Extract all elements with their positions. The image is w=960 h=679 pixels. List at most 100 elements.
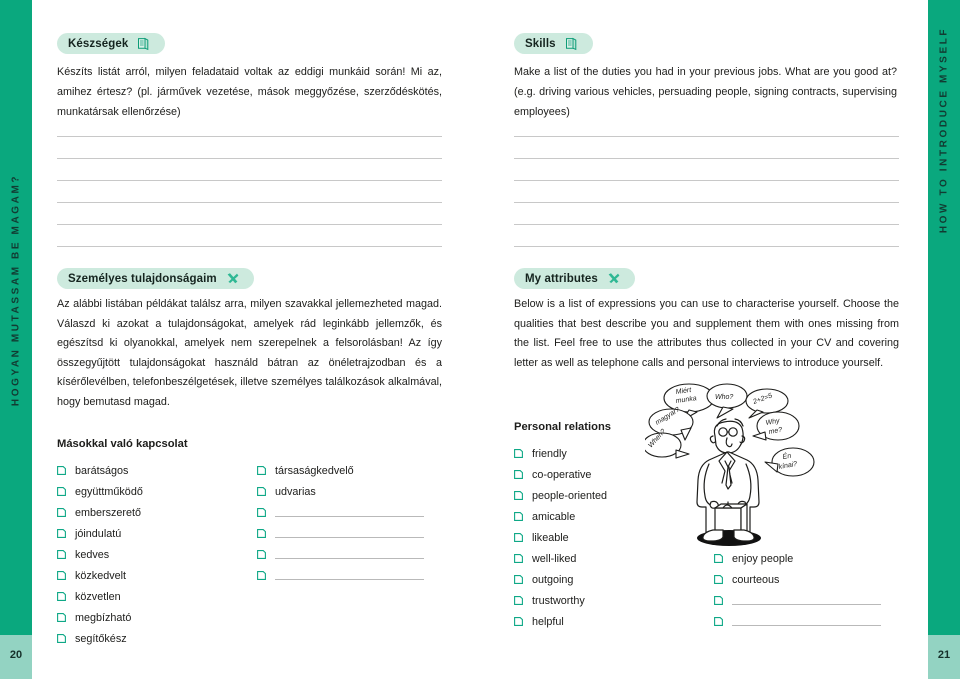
attributes-pill-label-hu: Személyes tulajdonságaim bbox=[68, 272, 217, 285]
writing-line[interactable] bbox=[57, 246, 442, 247]
list-item-label: kedves bbox=[75, 548, 110, 561]
right-page-number-box: 21 bbox=[928, 635, 960, 679]
skills-intro-en: Make a list of the duties you had in you… bbox=[514, 66, 897, 118]
list-column-two-hu: társaságkedvelő udvarias bbox=[257, 460, 442, 649]
checkbox-icon[interactable] bbox=[57, 592, 66, 601]
blank-fill-line[interactable] bbox=[275, 578, 424, 580]
checkbox-icon[interactable] bbox=[514, 617, 523, 626]
checkbox-icon[interactable] bbox=[57, 529, 66, 538]
hungarian-column: Készségek Készíts listát arról, milyen f… bbox=[57, 0, 447, 649]
skills-intro-hu: Készíts listát arról, milyen feladataid … bbox=[57, 66, 442, 118]
list-item-blank[interactable] bbox=[257, 523, 442, 544]
writing-line[interactable] bbox=[514, 180, 899, 181]
list-item-label: outgoing bbox=[532, 573, 574, 586]
list-item[interactable]: együttműködő bbox=[57, 481, 257, 502]
list-item[interactable]: segítőkész bbox=[57, 628, 257, 649]
list-item-label: well-liked bbox=[532, 552, 577, 565]
checkbox-icon[interactable] bbox=[514, 575, 523, 584]
checkbox-icon[interactable] bbox=[714, 554, 723, 563]
list-item-blank[interactable] bbox=[257, 502, 442, 523]
checkbox-icon[interactable] bbox=[514, 596, 523, 605]
writing-line[interactable] bbox=[57, 180, 442, 181]
checkbox-icon[interactable] bbox=[57, 634, 66, 643]
checkbox-icon[interactable] bbox=[514, 470, 523, 479]
writing-line[interactable] bbox=[514, 224, 899, 225]
list-column-one-hu: barátságos együttműködő emberszerető jói… bbox=[57, 460, 257, 649]
attributes-section-pill-en: My attributes bbox=[514, 268, 635, 289]
list-item[interactable]: megbízható bbox=[57, 607, 257, 628]
left-page-number: 20 bbox=[9, 649, 23, 661]
list-item-label: helpful bbox=[532, 615, 564, 628]
skills-section-pill-en: Skills bbox=[514, 33, 593, 54]
right-side-label: HOW TO INTRODUCE MYSELF bbox=[938, 26, 950, 234]
writing-line[interactable] bbox=[514, 246, 899, 247]
list-item-label: people-oriented bbox=[532, 489, 608, 502]
checkbox-icon[interactable] bbox=[514, 512, 523, 521]
checkbox-icon[interactable] bbox=[257, 466, 266, 475]
writing-line[interactable] bbox=[57, 224, 442, 225]
list-item[interactable]: barátságos bbox=[57, 460, 257, 481]
list-item[interactable]: közvetlen bbox=[57, 586, 257, 607]
writing-line[interactable] bbox=[514, 202, 899, 203]
skills-writing-lines-hu[interactable] bbox=[57, 136, 447, 247]
x-mark-icon bbox=[225, 271, 240, 286]
list-item-label: segítőkész bbox=[75, 632, 127, 645]
list-item-label: likeable bbox=[532, 531, 569, 544]
writing-line[interactable] bbox=[57, 202, 442, 203]
blank-fill-line[interactable] bbox=[732, 603, 881, 605]
list-item-label: együttműködő bbox=[75, 485, 143, 498]
list-item-label: barátságos bbox=[75, 464, 129, 477]
svg-text:Who?: Who? bbox=[715, 394, 733, 401]
list-item[interactable]: közkedvelt bbox=[57, 565, 257, 586]
attributes-pill-label-en: My attributes bbox=[525, 272, 598, 285]
checkbox-icon[interactable] bbox=[257, 571, 266, 580]
list-item-blank[interactable] bbox=[714, 590, 899, 611]
blank-fill-line[interactable] bbox=[275, 536, 424, 538]
list-item[interactable]: well-liked bbox=[514, 548, 714, 569]
list-item[interactable]: kedves bbox=[57, 544, 257, 565]
list-item[interactable]: outgoing bbox=[514, 569, 714, 590]
checkbox-icon[interactable] bbox=[57, 613, 66, 622]
writing-line[interactable] bbox=[57, 136, 442, 137]
list-item-label: trustworthy bbox=[532, 594, 585, 607]
checkbox-icon[interactable] bbox=[514, 554, 523, 563]
checkbox-icon[interactable] bbox=[57, 508, 66, 517]
checkbox-icon[interactable] bbox=[714, 617, 723, 626]
list-item[interactable]: udvarias bbox=[257, 481, 442, 502]
blank-fill-line[interactable] bbox=[732, 624, 881, 626]
checkbox-icon[interactable] bbox=[514, 533, 523, 542]
checkbox-icon[interactable] bbox=[714, 596, 723, 605]
attributes-body-en: Below is a list of expressions you can u… bbox=[514, 298, 899, 369]
checkbox-icon[interactable] bbox=[57, 487, 66, 496]
list-item[interactable]: courteous bbox=[714, 569, 899, 590]
checkbox-icon[interactable] bbox=[57, 550, 66, 559]
list-item[interactable]: jóindulatú bbox=[57, 523, 257, 544]
checkbox-icon[interactable] bbox=[514, 491, 523, 500]
writing-line[interactable] bbox=[57, 158, 442, 159]
checkbox-icon[interactable] bbox=[257, 508, 266, 517]
list-item-blank[interactable] bbox=[257, 544, 442, 565]
list-item[interactable]: enjoy people bbox=[714, 548, 899, 569]
checkbox-icon[interactable] bbox=[257, 550, 266, 559]
list-item-label: amicable bbox=[532, 510, 576, 523]
list-item-label: enjoy people bbox=[732, 552, 794, 565]
list-item-blank[interactable] bbox=[257, 565, 442, 586]
checkbox-icon[interactable] bbox=[57, 571, 66, 580]
list-item[interactable]: társaságkedvelő bbox=[257, 460, 442, 481]
left-side-strip: HOGYAN MUTASSAM BE MAGAM? bbox=[0, 0, 32, 635]
checkbox-icon[interactable] bbox=[257, 487, 266, 496]
writing-line[interactable] bbox=[514, 136, 899, 137]
checkbox-icon[interactable] bbox=[514, 449, 523, 458]
list-item[interactable]: trustworthy bbox=[514, 590, 714, 611]
list-item[interactable]: emberszerető bbox=[57, 502, 257, 523]
writing-line[interactable] bbox=[514, 158, 899, 159]
skills-writing-lines-en[interactable] bbox=[514, 136, 904, 247]
blank-fill-line[interactable] bbox=[275, 557, 424, 559]
blank-fill-line[interactable] bbox=[275, 515, 424, 517]
checkbox-icon[interactable] bbox=[714, 575, 723, 584]
list-item-blank[interactable] bbox=[714, 611, 899, 632]
checkbox-icon[interactable] bbox=[57, 466, 66, 475]
checkbox-icon[interactable] bbox=[257, 529, 266, 538]
list-item[interactable]: helpful bbox=[514, 611, 714, 632]
skills-pill-label-en: Skills bbox=[525, 37, 556, 50]
